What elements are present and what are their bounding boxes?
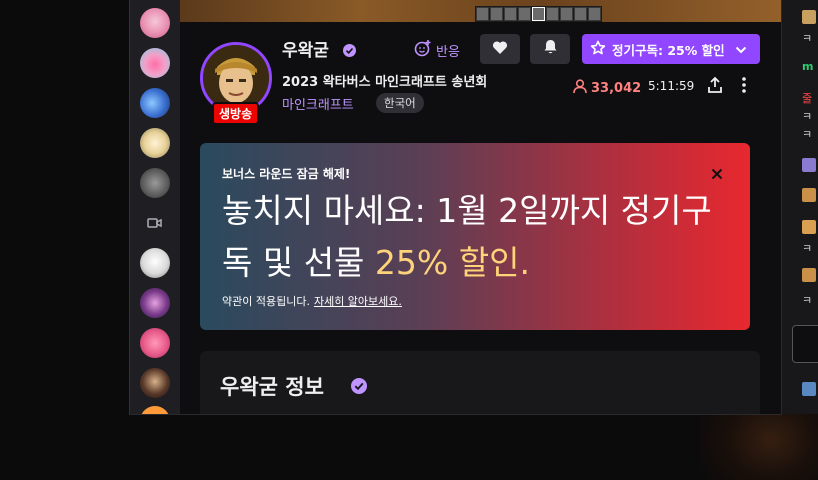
channel-info-panel: 생방송 우왁굳 2023 왁타버스 마인크래프트 송년회 마인크래프트 한국어 … [180,22,781,414]
chat-message: ㅋ [802,242,813,255]
language-tag[interactable]: 한국어 [376,93,424,113]
followed-channel-avatar[interactable] [140,328,170,358]
learn-more-link[interactable]: 자세히 알아보세요. [314,295,402,308]
chat-emote-icon [802,10,816,24]
followed-channel-avatar[interactable] [140,248,170,278]
promo-eyebrow: 보너스 라운드 잠금 해제! [222,167,351,181]
chat-message: 줄 [802,92,813,105]
promo-terms-text: 약관이 적용됩니다. [222,295,310,308]
followed-channel-avatar[interactable] [140,8,170,38]
followed-channel-avatar[interactable] [140,368,170,398]
reaction-label: 반응 [436,44,460,60]
promo-banner: 보너스 라운드 잠금 해제! 놓치지 마세요: 1월 2일까지 정기구독 및 선… [200,143,750,330]
chat-message: ㅋ [802,128,813,141]
star-icon [590,40,606,59]
chat-emote-icon [802,382,816,396]
video-player[interactable] [180,0,781,22]
verified-badge-icon [343,42,356,57]
live-badge: 생방송 [212,102,260,125]
chat-message: ㅋ [802,110,813,123]
share-icon[interactable] [706,76,724,94]
chat-message: ㅋ [802,32,813,45]
followed-channel-avatar[interactable] [140,48,170,78]
promo-headline-highlight: 25% 할인. [374,243,530,282]
heart-icon [492,40,508,59]
followed-channel-avatar[interactable] [140,128,170,158]
reaction-button[interactable]: 반응 [414,37,460,63]
chat-input[interactable] [792,325,818,363]
promo-headline: 놓치지 마세요: 1월 2일까지 정기구독 및 선물 25% 할인. [222,185,722,289]
viewer-count: 33,042 [572,78,641,98]
chat-emote-icon [802,268,816,282]
chat-message: ㅋ [802,294,813,307]
subscribe-button[interactable]: 정기구독: 25% 할인 [582,34,760,64]
follow-button[interactable] [480,34,520,64]
about-title: 우왁굳 정보 [220,375,324,399]
subscribe-label: 정기구독: 25% 할인 [612,42,725,58]
close-icon[interactable] [710,166,724,180]
video-camera-icon [147,215,163,229]
chat-emote-icon [802,158,816,172]
verified-badge-icon [351,378,367,394]
category-link[interactable]: 마인크래프트 [282,94,354,113]
add-reaction-icon [414,39,432,61]
followed-channel-avatar[interactable] [140,406,170,414]
chat-emote-icon [802,188,816,202]
promo-terms: 약관이 적용됩니다. 자세히 알아보세요. [222,293,402,309]
followed-channel-avatar[interactable] [140,288,170,318]
viewer-count-value: 33,042 [591,80,642,96]
chat-message: m [802,60,814,73]
followed-channel-avatar[interactable] [140,88,170,118]
about-panel: 우왁굳 정보 [200,351,760,414]
streamer-name[interactable]: 우왁굳 [282,36,329,61]
chat-emote-icon [802,220,816,234]
followed-channel-avatar[interactable] [140,168,170,198]
browser-window: 생방송 우왁굳 2023 왁타버스 마인크래프트 송년회 마인크래프트 한국어 … [129,0,782,415]
stream-title: 2023 왁타버스 마인크래프트 송년회 [282,75,488,90]
stream-uptime: 5:11:59 [648,79,695,93]
chat-panel: ㅋ m 줄 ㅋ ㅋ ㅋ ㅋ [781,0,818,414]
chevron-down-icon [735,42,747,57]
game-hotbar [475,6,602,22]
bell-icon [543,39,558,59]
followed-channels-sidebar [129,0,180,414]
person-icon [572,78,588,98]
notification-button[interactable] [530,34,570,64]
more-options-icon[interactable] [738,76,750,94]
